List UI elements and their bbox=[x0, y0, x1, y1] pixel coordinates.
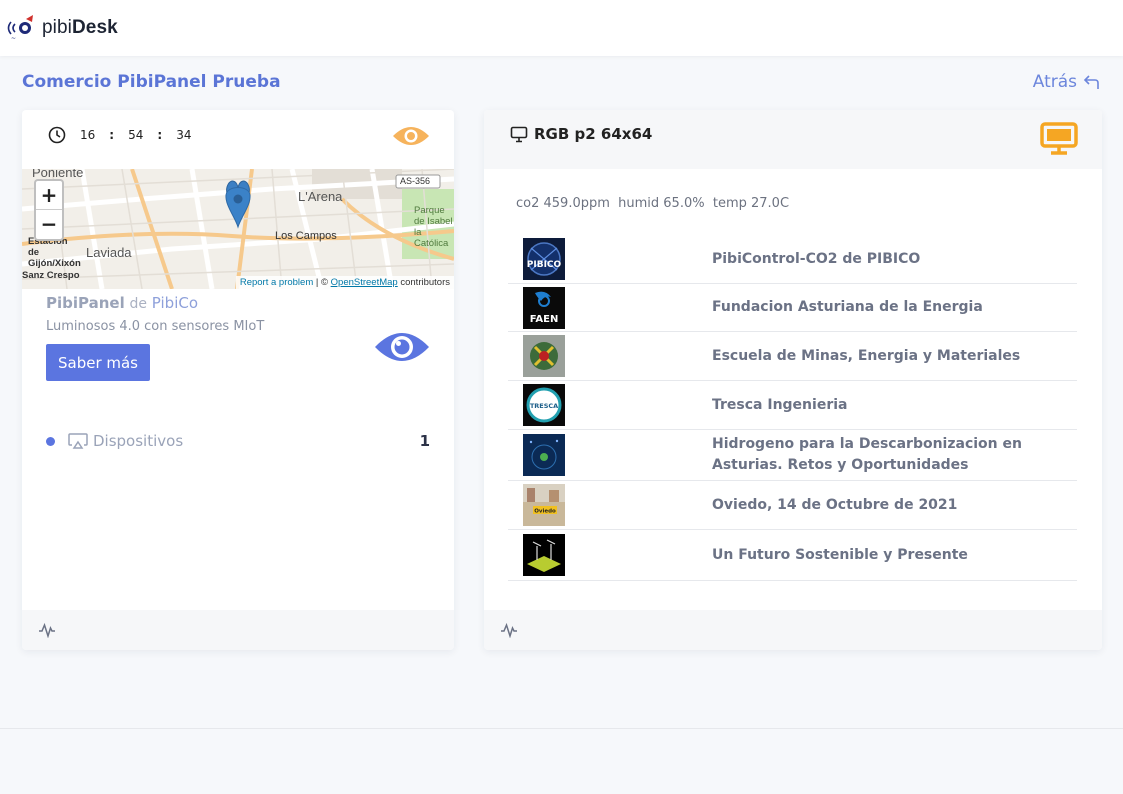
display-card-header: RGB p2 64x64 bbox=[484, 110, 1102, 169]
display-monitor-icon[interactable] bbox=[1040, 122, 1078, 156]
devices-row[interactable]: Dispositivos 1 bbox=[46, 432, 430, 450]
slide-thumbnail: FAEN bbox=[523, 286, 565, 329]
slide-row[interactable]: Hidrogeno para la Descarbonizacion en As… bbox=[508, 430, 1077, 481]
clock-icon bbox=[48, 126, 66, 144]
panel-title: PibiPanel de PibiCo bbox=[46, 294, 198, 312]
slide-row[interactable]: Escuela de Minas, Energia y Materiales bbox=[508, 332, 1077, 381]
clock-separator: : bbox=[157, 128, 163, 142]
svg-text:~: ~ bbox=[11, 35, 16, 42]
brand-name: pibiDesk bbox=[42, 17, 118, 38]
zoom-in-button[interactable]: + bbox=[36, 181, 62, 210]
attribution-separator: | © bbox=[313, 277, 331, 288]
svg-text:FAEN: FAEN bbox=[530, 314, 559, 325]
pibi-logo-icon: ~ bbox=[7, 15, 33, 42]
panel-card: 16 : 54 : 34 Poniente L'Arena AS-356 Par… bbox=[22, 110, 454, 650]
clock-seconds: 34 bbox=[176, 128, 192, 142]
slide-row[interactable]: PIBICO PibiControl-CO2 de PIBICO bbox=[508, 235, 1077, 284]
clock-separator: : bbox=[109, 128, 115, 142]
display-title-row: RGB p2 64x64 bbox=[510, 125, 652, 143]
slide-row[interactable]: FAEN Fundacion Asturiana de la Energia bbox=[508, 284, 1077, 332]
slide-name: PibiControl-CO2 de PIBICO bbox=[712, 250, 921, 267]
svg-text:TRESCA: TRESCA bbox=[530, 402, 558, 410]
slide-thumbnail: TRESCA bbox=[523, 384, 565, 426]
map-label: Parque de Isabel la Católica bbox=[414, 205, 453, 249]
return-arrow-icon bbox=[1083, 75, 1099, 89]
slide-name: Hidrogeno para la Descarbonizacion en As… bbox=[712, 436, 1022, 473]
more-info-button[interactable]: Saber más bbox=[46, 344, 150, 381]
svg-text:PIBICO: PIBICO bbox=[527, 260, 562, 270]
devices-label: Dispositivos bbox=[93, 432, 184, 450]
back-label: Atrás bbox=[1032, 72, 1077, 92]
airplay-icon bbox=[68, 433, 88, 449]
slide-row[interactable]: Un Futuro Sostenible y Presente bbox=[508, 530, 1077, 581]
slide-name: Fundacion Asturiana de la Energia bbox=[712, 299, 983, 315]
zoom-out-button[interactable]: − bbox=[36, 210, 62, 239]
slide-name: Oviedo, 14 de Octubre de 2021 bbox=[712, 496, 958, 513]
sensor-readings: co2 459.0ppm humid 65.0% temp 27.0C bbox=[516, 196, 790, 211]
map-tiles bbox=[22, 169, 454, 289]
card-footer bbox=[484, 610, 1102, 650]
brand[interactable]: ~ pibiDesk bbox=[6, 14, 118, 42]
map-label: Los Campos bbox=[275, 230, 337, 242]
display-card: RGB p2 64x64 co2 459.0ppm humid 65.0% te… bbox=[484, 110, 1102, 650]
slide-thumbnail bbox=[523, 434, 565, 476]
slide-name: Un Futuro Sostenible y Presente bbox=[712, 546, 968, 563]
panel-de: de bbox=[129, 296, 148, 312]
view-eye-icon[interactable] bbox=[374, 328, 430, 366]
slide-thumbnail bbox=[523, 335, 565, 377]
top-navbar: ~ pibiDesk bbox=[0, 0, 1123, 56]
clock: 16 : 54 : 34 bbox=[48, 126, 191, 144]
panel-owner-link[interactable]: PibiCo bbox=[152, 294, 198, 312]
eye-icon[interactable] bbox=[392, 124, 430, 148]
display-title: RGB p2 64x64 bbox=[534, 125, 653, 143]
clock-hours: 16 bbox=[80, 128, 96, 142]
map-label: Sanz Crespo bbox=[22, 270, 80, 281]
panel-name: PibiPanel bbox=[46, 294, 125, 312]
slide-row[interactable]: Oviedo Oviedo, 14 de Octubre de 2021 bbox=[508, 481, 1077, 530]
activity-icon[interactable] bbox=[38, 622, 56, 638]
openstreetmap-link[interactable]: OpenStreetMap bbox=[331, 277, 398, 288]
panel-subtitle: Luminosos 4.0 con sensores MIoT bbox=[46, 319, 265, 334]
map-zoom-control: + − bbox=[34, 179, 64, 241]
slide-list: PIBICO PibiControl-CO2 de PIBICO FAEN Fu… bbox=[508, 235, 1077, 581]
report-problem-link[interactable]: Report a problem bbox=[240, 277, 313, 288]
clock-minutes: 54 bbox=[128, 128, 144, 142]
slide-thumbnail: Oviedo bbox=[523, 484, 565, 526]
svg-text:Oviedo: Oviedo bbox=[534, 509, 556, 515]
slide-thumbnail: PIBICO bbox=[523, 238, 565, 280]
card-footer bbox=[22, 610, 454, 650]
attribution-tail: contributors bbox=[397, 277, 450, 288]
map-attribution: Report a problem | © OpenStreetMap contr… bbox=[235, 276, 454, 289]
footer-divider bbox=[0, 728, 1123, 729]
slide-name: Escuela de Minas, Energia y Materiales bbox=[712, 347, 1021, 364]
back-link[interactable]: Atrás bbox=[1033, 72, 1101, 92]
devices-count: 1 bbox=[419, 432, 430, 450]
monitor-icon bbox=[510, 126, 528, 142]
location-map[interactable]: Poniente L'Arena AS-356 Parque de Isabel… bbox=[22, 169, 454, 289]
map-label: Laviada bbox=[86, 245, 132, 260]
status-dot bbox=[46, 436, 55, 446]
map-label: L'Arena bbox=[298, 189, 343, 204]
map-label: AS-356 bbox=[400, 176, 431, 186]
slide-row[interactable]: TRESCA Tresca Ingenieria bbox=[508, 381, 1077, 430]
activity-icon[interactable] bbox=[500, 622, 518, 638]
slide-thumbnail bbox=[523, 534, 565, 576]
slide-name: Tresca Ingenieria bbox=[712, 396, 848, 413]
page-title: Comercio PibiPanel Prueba bbox=[22, 72, 281, 92]
